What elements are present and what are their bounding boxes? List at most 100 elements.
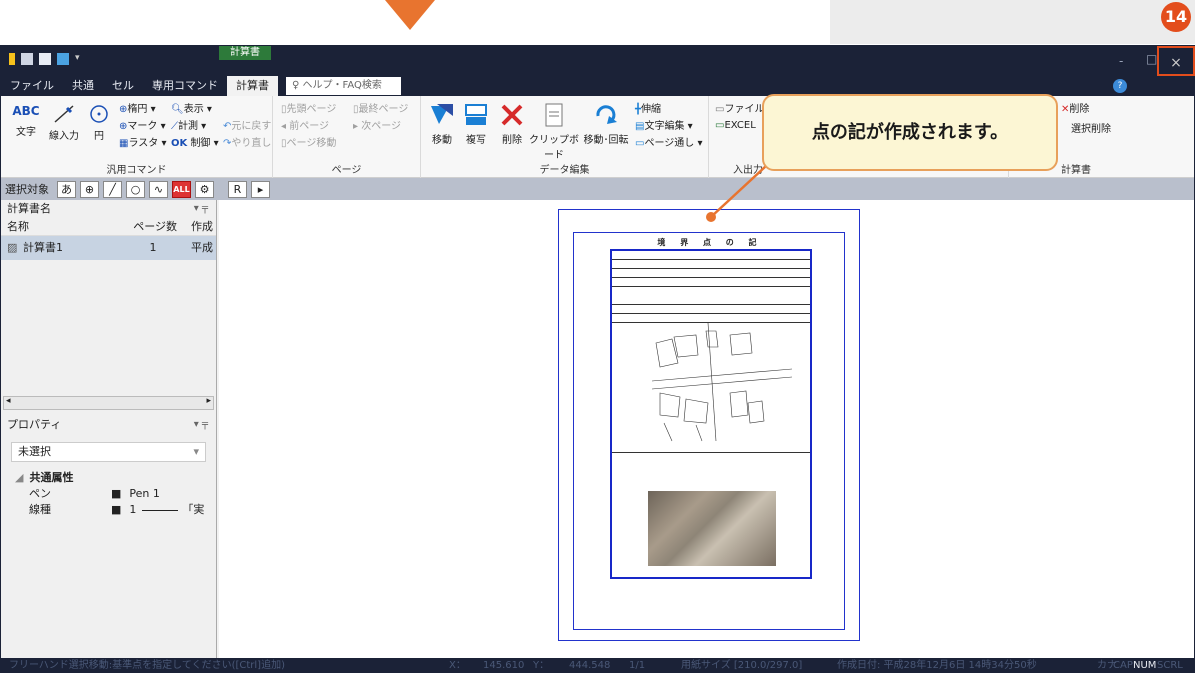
property-target-value: 未選択 — [18, 445, 51, 458]
col-pages[interactable]: ページ数 — [119, 218, 177, 235]
property-target-select[interactable]: 未選択 ▾ — [11, 442, 206, 462]
delete-button[interactable]: 削除 — [497, 102, 527, 146]
list-item-pages: 1 — [149, 241, 157, 254]
linetype-label: 線種 — [29, 503, 51, 516]
scroll-right-icon[interactable]: ▸ — [206, 396, 211, 406]
help-search-input[interactable]: ♀ ヘルプ・FAQ検索 — [286, 77, 401, 95]
excel-button[interactable]: ▭EXCEL — [715, 120, 756, 131]
boundary-map-drawing — [651, 323, 793, 442]
next-page-button[interactable]: ▸ 次ページ — [353, 117, 401, 132]
site-photo — [648, 491, 776, 566]
select-circle-tool[interactable]: ○ — [126, 180, 145, 198]
select-expand-tool[interactable]: ▸ — [251, 180, 270, 198]
select-line-tool[interactable]: ╱ — [103, 180, 122, 198]
help-search-placeholder: ヘルプ・FAQ検索 — [302, 80, 382, 91]
form-row — [612, 269, 810, 278]
minimize-button[interactable]: - — [1119, 54, 1123, 68]
qat-dropdown-icon[interactable]: ▾ — [75, 53, 83, 65]
property-pen-row[interactable]: ペン ■ Pen 1 — [1, 486, 216, 502]
tab-common[interactable]: 共通 — [63, 76, 103, 96]
select-point-tool[interactable]: ⊕ — [80, 180, 99, 198]
move-icon — [431, 104, 453, 124]
scroll-left-icon[interactable]: ◂ — [6, 396, 11, 406]
delete-x-icon — [501, 104, 523, 126]
col-created[interactable]: 作成 — [177, 218, 213, 235]
line-input-button[interactable]: 線入力 — [47, 104, 81, 142]
display-button[interactable]: 🔍︎表示 ▾ — [171, 100, 212, 115]
rotate-icon — [596, 105, 617, 124]
status-scrl: SCRL — [1157, 660, 1183, 671]
status-page: 1/1 — [629, 660, 646, 671]
raster-label: ラスタ — [128, 138, 159, 149]
copy-label: 複写 — [466, 135, 486, 146]
group-data-edit: 移動 複写 削除 クリップボード 移動･回転 ╋伸縮 ▤文字編集 ▾ ▭ページ通… — [421, 96, 709, 178]
prev-page-icon: ◂ — [281, 121, 290, 132]
redo-button[interactable]: ↷やり直し — [223, 134, 271, 149]
select-all-tool[interactable]: ALL — [172, 180, 191, 198]
open-folder-icon[interactable] — [57, 53, 69, 65]
pen-color-swatch: ■ — [111, 487, 122, 500]
status-y-value: 444.548 — [569, 660, 611, 671]
magnifier-icon: 🔍︎ — [171, 104, 184, 115]
last-page-button[interactable]: ▯最終ページ — [353, 100, 408, 115]
move-button[interactable]: 移動 — [427, 102, 457, 146]
select-settings-gear-icon[interactable]: ⚙ — [195, 180, 214, 198]
copy-button[interactable]: 複写 — [461, 102, 491, 146]
pen-value: Pen 1 — [129, 487, 160, 500]
raster-button[interactable]: ▦ラスタ ▾ — [119, 134, 166, 149]
calc-delete-button[interactable]: ✕削除 — [1061, 100, 1089, 115]
undo-button[interactable]: ↶元に戻す — [223, 117, 271, 132]
delete-selected-button[interactable]: 選択削除 — [1071, 120, 1111, 135]
property-linetype-row[interactable]: 線種 ■ 1 「実 — [1, 502, 216, 518]
prev-page-button[interactable]: ◂ 前ページ — [281, 117, 329, 132]
close-button[interactable]: × — [1157, 46, 1195, 76]
text-button[interactable]: ABC 文字 — [11, 104, 41, 138]
tab-file[interactable]: ファイル — [1, 76, 63, 96]
select-curve-tool[interactable]: ∿ — [149, 180, 168, 198]
stretch-button[interactable]: ╋伸縮 — [635, 100, 661, 115]
help-button[interactable]: ? — [1113, 79, 1127, 93]
measure-button[interactable]: ⟋計測 ▾ — [171, 117, 206, 132]
calc-panel-title-bar: 計算書名 ▾ ╤ — [1, 200, 216, 218]
list-item-created: 平成 — [191, 241, 213, 254]
circle-button[interactable]: 円 — [85, 104, 113, 142]
status-cap: CAP — [1113, 660, 1133, 671]
step-number-badge: 14 — [1161, 2, 1191, 32]
list-item[interactable]: ▨ 計算書1 1 平成 — [1, 236, 216, 260]
select-r-tool[interactable]: R — [228, 180, 247, 198]
collapse-icon: ◢ — [15, 471, 24, 484]
ellipse-button[interactable]: ⊕楕円 ▾ — [119, 100, 156, 115]
group-general-commands: ABC 文字 線入力 円 ⊕楕円 ▾ 🔍︎表示 ▾ ⊕マーク ▾ ⟋計測 ▾ ↶… — [1, 96, 273, 178]
property-section-header[interactable]: ◢ 共通属性 — [1, 470, 216, 486]
tab-cell[interactable]: セル — [103, 76, 143, 96]
circle-label: 円 — [94, 131, 104, 142]
clipboard-button[interactable]: クリップボード — [529, 102, 579, 161]
background-panel — [830, 0, 1195, 44]
form-row — [612, 314, 810, 323]
maximize-button[interactable]: □ — [1146, 52, 1157, 66]
drawing-canvas[interactable]: 境 界 点 の 記 — [219, 200, 1194, 658]
calc-panel-title: 計算書名 — [7, 202, 51, 215]
col-name[interactable]: 名称 — [1, 218, 119, 235]
ribbon-tabs: ファイル 共通 セル 専用コマンド 計算書 ♀ ヘルプ・FAQ検索 ? — [1, 76, 1194, 96]
line-input-label: 線入力 — [49, 131, 79, 142]
first-page-label: 先頭ページ — [286, 104, 337, 115]
mark-button[interactable]: ⊕マーク ▾ — [119, 117, 166, 132]
control-button[interactable]: OK 制御 ▾ — [171, 134, 219, 149]
horizontal-scrollbar[interactable]: ◂ ▸ — [3, 396, 214, 410]
property-pin-icon[interactable]: ▾ ╤ — [194, 416, 208, 434]
select-text-tool[interactable]: あ — [57, 180, 76, 198]
move-rotate-button[interactable]: 移動･回転 — [581, 102, 631, 146]
step-arrow-icon — [385, 0, 435, 30]
tab-special-commands[interactable]: 専用コマンド — [143, 76, 227, 96]
page-through-button[interactable]: ▭ページ通し ▾ — [635, 134, 702, 149]
text-edit-button[interactable]: ▤文字編集 ▾ — [635, 117, 693, 132]
new-file-icon[interactable] — [39, 53, 51, 65]
page-move-button[interactable]: ▯ページ移動 — [281, 134, 336, 149]
calc-list-header: 名称 ページ数 作成 — [1, 218, 216, 236]
form-row — [612, 287, 810, 305]
first-page-button[interactable]: ▯先頭ページ — [281, 100, 336, 115]
tab-calculation[interactable]: 計算書 — [227, 76, 278, 96]
save-icon[interactable] — [21, 53, 33, 65]
pin-icon[interactable]: ▾ ╤ — [194, 200, 208, 218]
